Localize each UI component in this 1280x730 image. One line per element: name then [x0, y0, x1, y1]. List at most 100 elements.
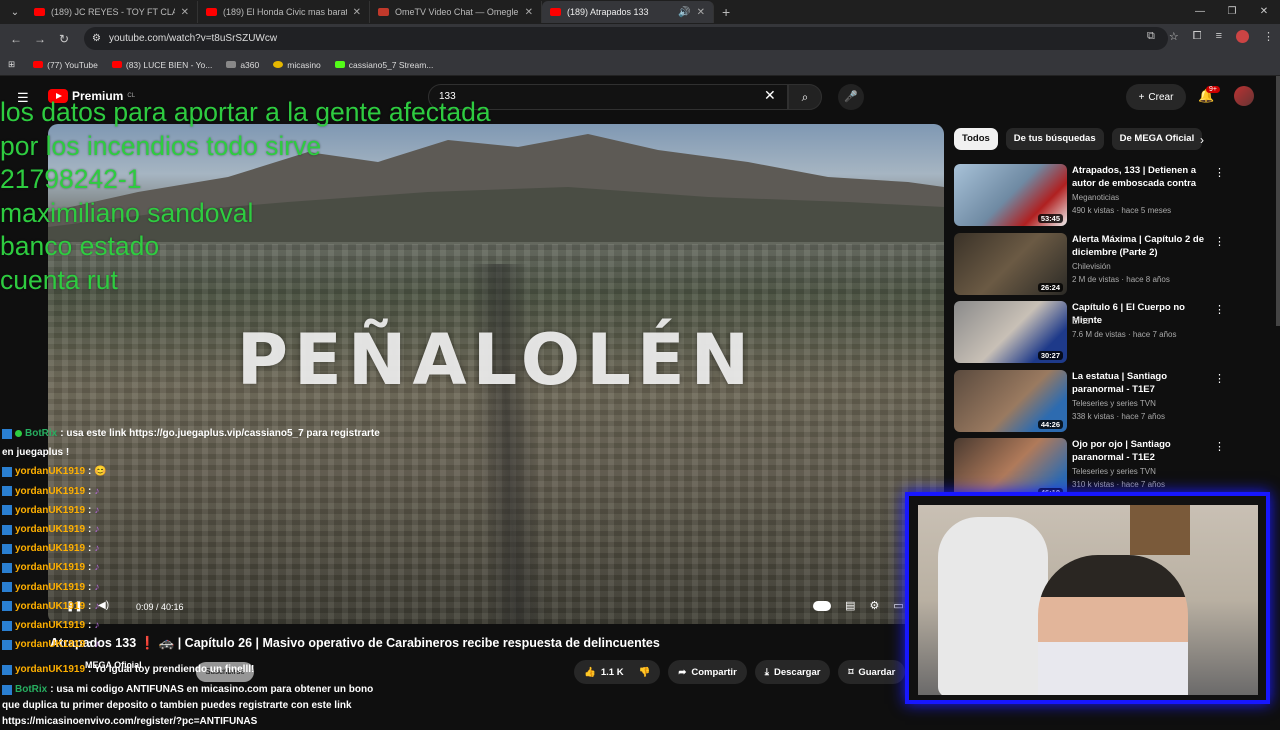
reload-icon[interactable]: ↻ [52, 32, 76, 46]
youtube-icon [33, 61, 44, 68]
share-button[interactable]: ➦ Compartir [668, 660, 747, 684]
notification-badge: 9+ [1206, 86, 1220, 93]
autoplay-toggle[interactable] [813, 601, 832, 611]
thumbs-down-icon[interactable]: 👎 [639, 667, 651, 678]
window-controls: — ❐ ✕ [1184, 0, 1280, 24]
kick-icon [2, 639, 12, 650]
scrollbar[interactable] [1276, 76, 1280, 326]
kick-icon [2, 665, 12, 675]
apps-icon[interactable]: ⊞ [8, 59, 15, 70]
user-avatar[interactable] [1234, 86, 1254, 106]
chip-all[interactable]: Todos [954, 128, 998, 150]
kick-icon [2, 486, 12, 497]
chat-message: yordanUK1919: ♪ [2, 482, 402, 501]
extensions-icon[interactable]: ⧠ [1193, 30, 1202, 43]
kick-icon [2, 563, 12, 574]
kick-icon [2, 620, 12, 631]
video-thumbnail: 26:24 [954, 233, 1067, 295]
emote-icon: ♪ [94, 562, 100, 574]
bookmark-item[interactable]: micasino [273, 60, 321, 70]
more-options-icon[interactable]: ⋮ [1214, 303, 1225, 316]
recommended-video[interactable]: 53:45 Atrapados, 133 | Detienen a autor … [954, 164, 1225, 228]
chat-message: yordanUK1919: 😊 [2, 462, 402, 481]
kick-icon [2, 524, 12, 535]
create-button[interactable]: + Crear [1126, 84, 1186, 110]
url-field[interactable]: ⚙ youtube.com/watch?v=t8uSrSZUWcw [84, 27, 1168, 50]
chat-message: yordanUK1919: ♪ [2, 578, 402, 597]
browser-tab[interactable]: (189) JC REYES - TOY FT CLARE ✕ [26, 1, 198, 23]
browser-tab[interactable]: OmeTV Video Chat — Omegle ✕ [370, 1, 542, 23]
more-options-icon[interactable]: ⋮ [1214, 440, 1225, 453]
kick-icon [2, 428, 12, 439]
site-info-icon[interactable]: ⚙ [92, 33, 101, 44]
place-title: PEÑALOLÉN [236, 319, 756, 401]
clear-search-icon[interactable]: ✕ [764, 87, 776, 104]
more-options-icon[interactable]: ⋮ [1214, 372, 1225, 385]
save-button[interactable]: ⌑ Guardar [838, 660, 906, 684]
emote-icon: ♪ [94, 504, 100, 516]
url-text: youtube.com/watch?v=t8uSrSZUWcw [108, 33, 278, 44]
minimize-icon[interactable]: — [1184, 0, 1216, 24]
chat-message: yordanUK1919: ♪ [2, 616, 402, 635]
download-icon: ⤓ [764, 666, 769, 678]
browser-tab-active[interactable]: (189) Atrapados 133 🔊 ✕ [542, 1, 714, 23]
bookmark-item[interactable]: a360 [226, 60, 259, 70]
back-icon[interactable]: ← [4, 32, 28, 46]
bookmark-item[interactable]: (83) LUCE BIEN - Yo... [111, 60, 212, 70]
miniplayer-icon[interactable]: ▭ [893, 599, 903, 612]
download-button[interactable]: ⤓ Descargar [754, 660, 831, 684]
tab-title: (189) JC REYES - TOY FT CLARE [51, 7, 175, 17]
subtitles-icon[interactable]: ▤ [845, 599, 855, 612]
star-icon[interactable]: ☆ [1169, 30, 1179, 43]
recommended-video[interactable]: 30:27 Capítulo 6 | El Cuerpo no Miente E… [954, 301, 1225, 365]
chip-channel[interactable]: De MEGA Oficial [1111, 128, 1203, 150]
close-icon[interactable]: ✕ [181, 7, 189, 18]
close-icon[interactable]: ✕ [697, 7, 705, 18]
kick-icon [334, 61, 345, 68]
bookmark-item[interactable]: cassiano5_7 Stream... [334, 60, 433, 70]
media-icon[interactable]: ≡ [1216, 30, 1222, 43]
video-actions: 👍 1.1 K 👎 ➦ Compartir ⤓ Descargar ⌑ Guardar [574, 660, 906, 684]
recommended-video[interactable]: 44:26 La estatua | Santiago paranormal -… [954, 370, 1225, 434]
emote-icon: ♪ [94, 581, 100, 593]
mic-icon[interactable]: 🎤 [838, 84, 864, 110]
bookmark-item[interactable]: (77) YouTube [33, 60, 98, 70]
install-icon[interactable]: ⧉ [1147, 30, 1155, 43]
more-options-icon[interactable]: ⋮ [1214, 166, 1225, 179]
emote-icon: ♪ [94, 600, 100, 612]
speaker-icon[interactable]: 🔊 [678, 7, 690, 18]
stream-chat: BotRix: usa este link https://go.juegapl… [2, 424, 402, 654]
recommended-video[interactable]: 26:24 Alerta Máxima | Capítulo 2 de dici… [954, 233, 1225, 297]
chat-message: yordanUK1919: ♪ [2, 558, 402, 577]
emote-icon: ♪ [94, 485, 100, 497]
profile-avatar[interactable] [1236, 30, 1249, 43]
browser-tab-bar: ⌄ (189) JC REYES - TOY FT CLARE ✕ (189) … [0, 0, 1280, 24]
chat-message: yordanUK1919: Yo Igual toy prendiendo un… [2, 662, 412, 678]
menu-icon[interactable]: ⋮ [1263, 30, 1274, 43]
tab-title: (189) Atrapados 133 [567, 7, 649, 17]
video-thumbnail: 53:45 [954, 164, 1067, 226]
tab-search-icon[interactable]: ⌄ [4, 1, 26, 23]
streamer [1038, 555, 1188, 695]
browser-tab[interactable]: (189) El Honda Civic mas barat ✕ [198, 1, 370, 23]
close-icon[interactable]: ✕ [353, 7, 361, 18]
youtube-icon [111, 61, 122, 68]
more-options-icon[interactable]: ⋮ [1214, 235, 1225, 248]
chevron-right-icon[interactable]: › [1200, 133, 1204, 147]
kick-icon [2, 685, 12, 695]
chat-message: yordanUK1919: ♪ [2, 597, 402, 616]
bookmark-icon: ⌑ [848, 666, 854, 678]
new-tab-button[interactable]: + [722, 4, 730, 20]
maximize-icon[interactable]: ❐ [1216, 0, 1248, 24]
address-bar-actions: ⧉ ☆ ⧠ ≡ ⋮ [1147, 30, 1274, 43]
like-button[interactable]: 👍 1.1 K 👎 [574, 660, 661, 684]
search-icon: ⌕ [801, 90, 809, 104]
search-button[interactable]: ⌕ [788, 84, 822, 110]
chat-message-cont: en juegaplus ! [2, 447, 70, 459]
plus-icon: + [1138, 91, 1145, 103]
close-icon[interactable]: ✕ [525, 7, 533, 18]
chip-searches[interactable]: De tus búsquedas [1005, 128, 1104, 150]
forward-icon[interactable]: → [28, 32, 52, 46]
settings-icon[interactable]: ⚙ [870, 599, 880, 612]
close-window-icon[interactable]: ✕ [1248, 0, 1280, 24]
